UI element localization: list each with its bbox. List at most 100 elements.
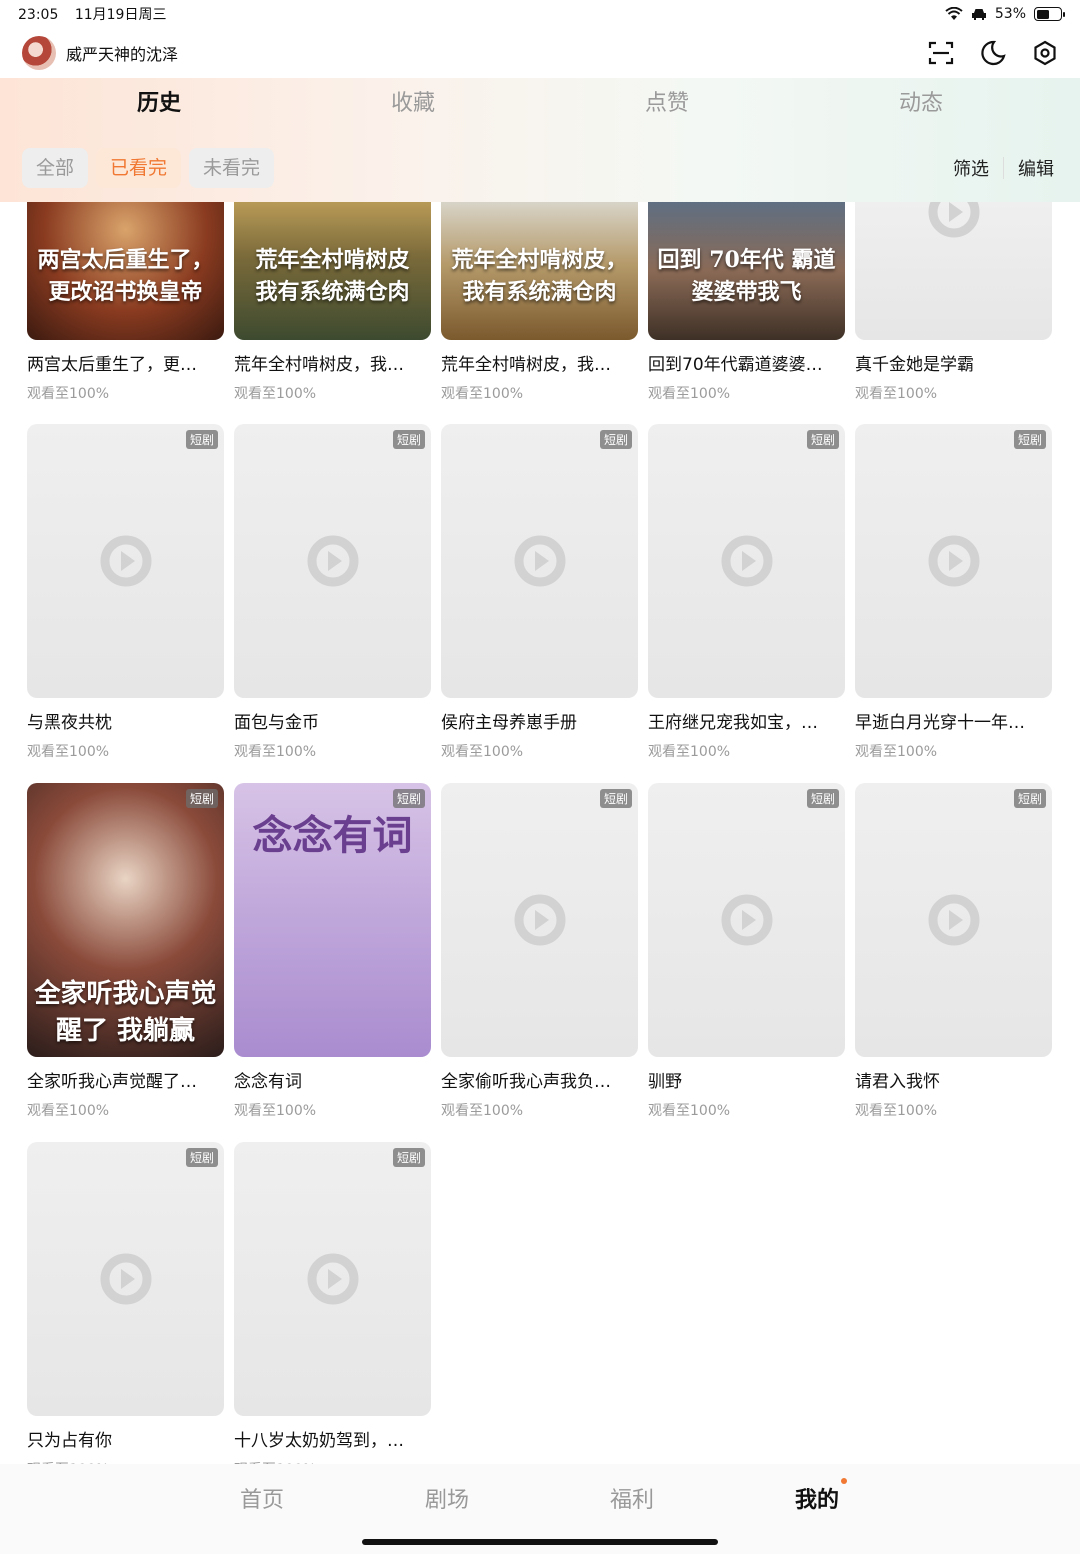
tab-activity[interactable]: 动态 <box>794 80 1048 130</box>
drama-title[interactable]: 荒年全村啃树皮，我… <box>234 350 431 375</box>
drama-title[interactable]: 与黑夜共枕 <box>27 708 224 733</box>
play-placeholder-icon <box>307 535 358 587</box>
avatar[interactable] <box>22 36 56 70</box>
drama-card[interactable]: 回到 70年代 霸道婆婆带我飞回到70年代霸道婆婆… 观看至100% <box>648 202 845 403</box>
tab-history[interactable]: 历史 <box>32 80 286 130</box>
tab-favorites[interactable]: 收藏 <box>286 80 540 130</box>
settings-icon[interactable] <box>1032 40 1058 66</box>
short-drama-badge: 短剧 <box>392 430 425 449</box>
watch-progress: 观看至100% <box>648 386 731 402</box>
drama-title[interactable]: 两宫太后重生了，更… <box>27 350 224 375</box>
filter-unwatched[interactable]: 未看完 <box>189 148 275 188</box>
drama-card[interactable]: 真千金她是学霸观看至100% <box>855 202 1052 403</box>
watch-progress: 观看至100% <box>27 744 110 760</box>
tab-bar: 历史 收藏 点赞 动态 <box>0 80 1080 130</box>
watch-progress: 观看至100% <box>855 386 938 402</box>
scan-icon[interactable] <box>928 40 954 66</box>
filter-chips: 全部 已看完 未看完 <box>22 148 275 188</box>
short-drama-badge: 短剧 <box>185 789 218 808</box>
drama-poster[interactable]: 荒年全村啃树皮 我有系统满仓肉 <box>234 202 431 340</box>
status-left: 23:05 11月19日周三 <box>18 4 178 24</box>
watch-progress: 观看至100% <box>855 744 938 760</box>
short-drama-badge: 短剧 <box>1013 789 1046 808</box>
drama-poster[interactable]: 荒年全村啃树皮，我有系统满仓肉 <box>441 202 638 340</box>
short-drama-badge: 短剧 <box>806 789 839 808</box>
drama-card[interactable]: 短剧 驯野 观看至100% <box>648 783 845 1120</box>
drama-title[interactable]: 请君入我怀 <box>855 1067 1052 1092</box>
drama-card[interactable]: 短剧 请君入我怀 观看至100% <box>855 783 1052 1120</box>
drama-poster[interactable] <box>855 202 1052 340</box>
nav-theater[interactable]: 剧场 <box>407 1482 487 1514</box>
drama-title[interactable]: 王府继兄宠我如宝，… <box>648 708 845 733</box>
drama-title[interactable]: 早逝白月光穿十一年… <box>855 708 1052 733</box>
filter-watched[interactable]: 已看完 <box>96 148 182 188</box>
drama-card[interactable]: 短剧与黑夜共枕观看至100% <box>27 424 224 761</box>
play-placeholder-icon <box>928 202 979 238</box>
drama-title[interactable]: 只为占有你 <box>27 1426 224 1451</box>
drama-title[interactable]: 驯野 <box>648 1067 845 1092</box>
drama-card[interactable]: 短剧 侯府主母养崽手册 观看至100% <box>441 424 638 761</box>
drama-title[interactable]: 回到70年代霸道婆婆… <box>648 350 845 375</box>
drama-title[interactable]: 念念有词 <box>234 1067 431 1092</box>
drama-card[interactable]: 短剧十八岁太奶奶驾到，…观看至100% <box>234 1142 431 1464</box>
status-time: 23:05 <box>18 7 59 23</box>
filter-all[interactable]: 全部 <box>22 148 89 188</box>
nav-mine[interactable]: 我的 <box>777 1482 857 1514</box>
drama-title[interactable]: 十八岁太奶奶驾到，… <box>234 1426 431 1451</box>
drama-card[interactable]: 全家听我心声觉醒了 我躺赢 短剧全家听我心声觉醒了… 观看至100% <box>27 783 224 1120</box>
drama-card[interactable]: 短剧 面包与金币 观看至100% <box>234 424 431 761</box>
drama-card[interactable]: 短剧 全家偷听我心声我负… 观看至100% <box>441 783 638 1120</box>
play-placeholder-icon <box>928 894 979 946</box>
battery-percent: 53% <box>994 6 1026 22</box>
drama-poster[interactable]: 全家听我心声觉醒了 我躺赢 短剧 <box>27 783 224 1057</box>
drama-poster[interactable]: 短剧 <box>855 424 1052 698</box>
tab-likes[interactable]: 点赞 <box>540 80 794 130</box>
drama-poster[interactable]: 短剧 <box>234 1142 431 1416</box>
watch-progress: 观看至100% <box>648 744 731 760</box>
drama-card[interactable]: 短剧早逝白月光穿十一年… 观看至100% <box>855 424 1052 761</box>
notification-dot <box>841 1478 847 1484</box>
drama-title[interactable]: 全家偷听我心声我负… <box>441 1067 638 1092</box>
car-icon <box>971 9 986 20</box>
drama-card[interactable]: 两宫太后重生了，更改诏书换皇帝 两宫太后重生了，更… 观看至100% <box>27 202 224 403</box>
list-actions: 筛选 编辑 <box>953 148 1054 188</box>
drama-card[interactable]: 念念有词 短剧 念念有词 观看至100% <box>234 783 431 1120</box>
drama-poster[interactable]: 短剧 <box>27 1142 224 1416</box>
poster-art-text: 全家听我心声觉醒了 我躺赢 <box>34 979 217 1046</box>
battery-icon <box>1034 7 1065 21</box>
play-placeholder-icon <box>307 1253 358 1305</box>
nav-welfare[interactable]: 福利 <box>592 1482 672 1514</box>
drama-card[interactable]: 短剧王府继兄宠我如宝，… 观看至100% <box>648 424 845 761</box>
drama-poster[interactable]: 短剧 <box>441 424 638 698</box>
watch-progress: 观看至100% <box>441 386 524 402</box>
drama-title[interactable]: 侯府主母养崽手册 <box>441 708 638 733</box>
drama-card[interactable]: 短剧只为占有你观看至100% <box>27 1142 224 1464</box>
drama-title[interactable]: 真千金她是学霸 <box>855 350 1052 375</box>
profile-header: 威严天神的沈泽 <box>0 28 1080 78</box>
username[interactable]: 威严天神的沈泽 <box>66 41 178 65</box>
drama-title[interactable]: 面包与金币 <box>234 708 431 733</box>
watch-progress: 观看至100% <box>27 1103 110 1119</box>
drama-poster[interactable]: 短剧 <box>648 783 845 1057</box>
edit-button[interactable]: 编辑 <box>1018 155 1054 181</box>
drama-poster[interactable]: 短剧 <box>441 783 638 1057</box>
drama-poster[interactable]: 短剧 <box>648 424 845 698</box>
drama-poster[interactable]: 短剧 <box>234 424 431 698</box>
drama-poster[interactable]: 短剧 <box>855 783 1052 1057</box>
status-right: 53% <box>945 6 1065 22</box>
short-drama-badge: 短剧 <box>806 430 839 449</box>
battery-level <box>1036 9 1049 19</box>
drama-card[interactable]: 荒年全村啃树皮，我有系统满仓肉荒年全村啃树皮，我… 观看至100% <box>441 202 638 403</box>
filter-button[interactable]: 筛选 <box>953 155 989 181</box>
drama-title[interactable]: 荒年全村啃树皮，我… <box>441 350 638 375</box>
poster-art-text: 荒年全村啃树皮，我有系统满仓肉 <box>451 247 628 305</box>
nav-home[interactable]: 首页 <box>222 1482 302 1514</box>
drama-poster[interactable]: 念念有词 短剧 <box>234 783 431 1057</box>
drama-poster[interactable]: 短剧 <box>27 424 224 698</box>
short-drama-badge: 短剧 <box>185 430 218 449</box>
drama-title[interactable]: 全家听我心声觉醒了… <box>27 1067 224 1092</box>
drama-card[interactable]: 荒年全村啃树皮 我有系统满仓肉 荒年全村啃树皮，我… 观看至100% <box>234 202 431 403</box>
drama-poster[interactable]: 两宫太后重生了，更改诏书换皇帝 <box>27 202 224 340</box>
drama-poster[interactable]: 回到 70年代 霸道婆婆带我飞 <box>648 202 845 340</box>
moon-icon[interactable] <box>980 40 1006 66</box>
